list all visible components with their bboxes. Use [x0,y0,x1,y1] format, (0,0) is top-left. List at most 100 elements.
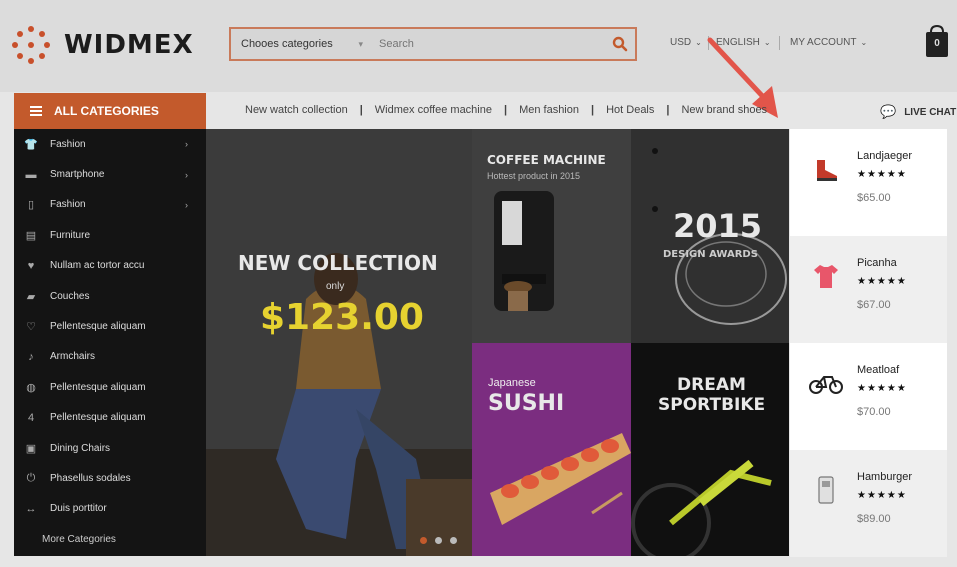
chevron-right-icon: › [185,169,188,180]
currency-selector[interactable]: USD ⌄ [670,37,702,48]
heartbeat-icon: ♡ [26,321,36,334]
logo-mark-icon [12,26,50,64]
sidebar-item-pellentesque-2[interactable]: ◍ Pellentesque aliquam [14,372,206,402]
sidebar-item-label: Furniture [50,229,91,241]
search-category-label: Chooes categories [241,38,333,50]
chevron-down-icon: ▾ [358,38,363,49]
sidebar-item-armchairs[interactable]: ♪ Armchairs [14,342,206,372]
heart-icon: ♥ [27,259,35,272]
logo-text: WIDMEX [64,30,194,60]
carousel-dots [420,537,457,544]
sidebar-item-label: Nullam ac tortor accu [50,260,145,272]
sidebar-item-phasellus[interactable]: ⏻ Phasellus sodales [14,463,206,493]
sidebar-item-label: Pellentesque aliquam [50,412,146,424]
menu-icon [30,106,42,116]
sublink-men-fashion[interactable]: Men fashion [519,104,579,116]
phone-icon: ▬ [25,168,37,181]
banner-design-awards[interactable]: 2015 DESIGN AWARDS [631,129,789,343]
guitar-icon: ♪ [28,350,34,363]
carousel-dot[interactable] [435,537,442,544]
sidebar-item-label: Couches [50,290,90,302]
carousel-dot[interactable] [450,537,457,544]
banner-subtitle: Hottest product in 2015 [487,171,581,181]
search-category-select[interactable]: Chooes categories ▾ [231,29,371,59]
mouse-icon: ▯ [27,199,35,212]
separator: | [591,104,595,116]
sublink-hot-deals[interactable]: Hot Deals [606,104,654,116]
sidebar-item-label: Duis porttitor [50,503,107,515]
live-chat-button[interactable]: 💬 LIVE CHAT [880,104,956,120]
search-input[interactable] [371,29,605,59]
banner-title: NEW COLLECTION [238,251,438,275]
sub-nav: New watch collection | Widmex coffee mac… [245,104,767,116]
sidebar-item-label: Dining Chairs [50,442,111,454]
sidebar-item-label: Pellentesque aliquam [50,381,146,393]
separator: | [359,104,363,116]
product-name: Landjaeger [857,150,913,162]
sushi-image [472,343,631,556]
product-card[interactable]: Picanha ★★★★★ $67.00 [790,236,947,343]
separator: | [503,104,508,116]
account-menu[interactable]: MY ACCOUNT ⌄ [790,37,867,48]
banner-sportbike[interactable]: DREAM SPORTBIKE [631,343,789,556]
live-chat-label: LIVE CHAT [904,106,957,118]
product-price: $89.00 [857,513,891,525]
sidebar-item-pellentesque-3[interactable]: 4 Pellentesque aliquam [14,403,206,433]
sidebar-item-fashion[interactable]: 👕 Fashion › [14,129,206,159]
model-image [206,129,472,556]
all-categories-label: ALL CATEGORIES [54,104,159,118]
sublink-shoes[interactable]: New brand shoes [681,104,767,116]
rating-stars: ★★★★★ [857,383,907,394]
sidebar-item-pellentesque-1[interactable]: ♡ Pellentesque aliquam [14,311,206,341]
sidebar-item-fashion-2[interactable]: ▯ Fashion › [14,190,206,220]
banner-year: 2015 [673,207,763,245]
banner-price: $123.00 [260,297,424,338]
product-card[interactable]: Hamburger ★★★★★ $89.00 [790,450,947,557]
sidebar-item-couches[interactable]: ▰ Couches [14,281,206,311]
product-name: Picanha [857,257,897,269]
shoe-icon [808,151,844,187]
separator: | [666,104,670,116]
four-icon: 4 [27,411,35,424]
sidebar-item-dining-chairs[interactable]: ▣ Dining Chairs [14,433,206,463]
featured-products: Landjaeger ★★★★★ $65.00 Picanha ★★★★★ $6… [790,129,947,557]
sidebar-item-nullam[interactable]: ♥ Nullam ac tortor accu [14,251,206,281]
chevron-right-icon: › [185,139,188,150]
product-card[interactable]: Landjaeger ★★★★★ $65.00 [790,129,947,236]
cart-button[interactable]: 0 [925,24,949,58]
search-bar: Chooes categories ▾ [229,27,637,61]
sidebar-item-duis[interactable]: ↔ Duis porttitor [14,494,206,524]
search-icon [612,36,628,52]
search-button[interactable] [605,29,635,59]
banner-sushi[interactable]: Japanese SUSHI [472,343,631,556]
bicycle-icon [808,365,844,401]
power-icon: ⏻ [26,471,36,484]
carousel-dot[interactable] [420,537,427,544]
sidebar-item-label: Smartphone [50,169,105,181]
sidebar-item-furniture[interactable]: ▤ Furniture [14,220,206,250]
product-price: $65.00 [857,192,891,204]
cabinet-icon: ▤ [25,229,37,242]
product-price: $67.00 [857,299,891,311]
banner-only-label: only [326,281,345,292]
banner-coffee-machine[interactable]: COFFEE MACHINE Hottest product in 2015 [472,129,631,343]
shirt-icon: 👕 [24,138,38,151]
arrows-icon: ↔ [25,502,37,515]
banner-title: SUSHI [488,391,565,416]
category-sidebar: 👕 Fashion › ▬ Smartphone › ▯ Fashion › ▤… [14,129,206,556]
more-categories-link[interactable]: More Categories [14,524,206,554]
logo[interactable]: WIDMEX [12,26,194,64]
sidebar-item-smartphone[interactable]: ▬ Smartphone › [14,159,206,189]
rating-stars: ★★★★★ [857,276,907,287]
banner-line2: SPORTBIKE [658,395,766,415]
product-card[interactable]: Meatloaf ★★★★★ $70.00 [790,343,947,450]
chat-icon: 💬 [880,104,897,119]
banner-new-collection[interactable]: NEW COLLECTION only $123.00 [206,129,472,556]
sublink-coffee[interactable]: Widmex coffee machine [375,104,492,116]
account-label: MY ACCOUNT [790,37,857,48]
sublink-watch[interactable]: New watch collection [245,104,348,116]
banner-small-label: Japanese [488,377,536,389]
all-categories-button[interactable]: ALL CATEGORIES [14,93,206,129]
product-name: Hamburger [857,471,913,483]
chevron-right-icon: › [185,199,188,210]
